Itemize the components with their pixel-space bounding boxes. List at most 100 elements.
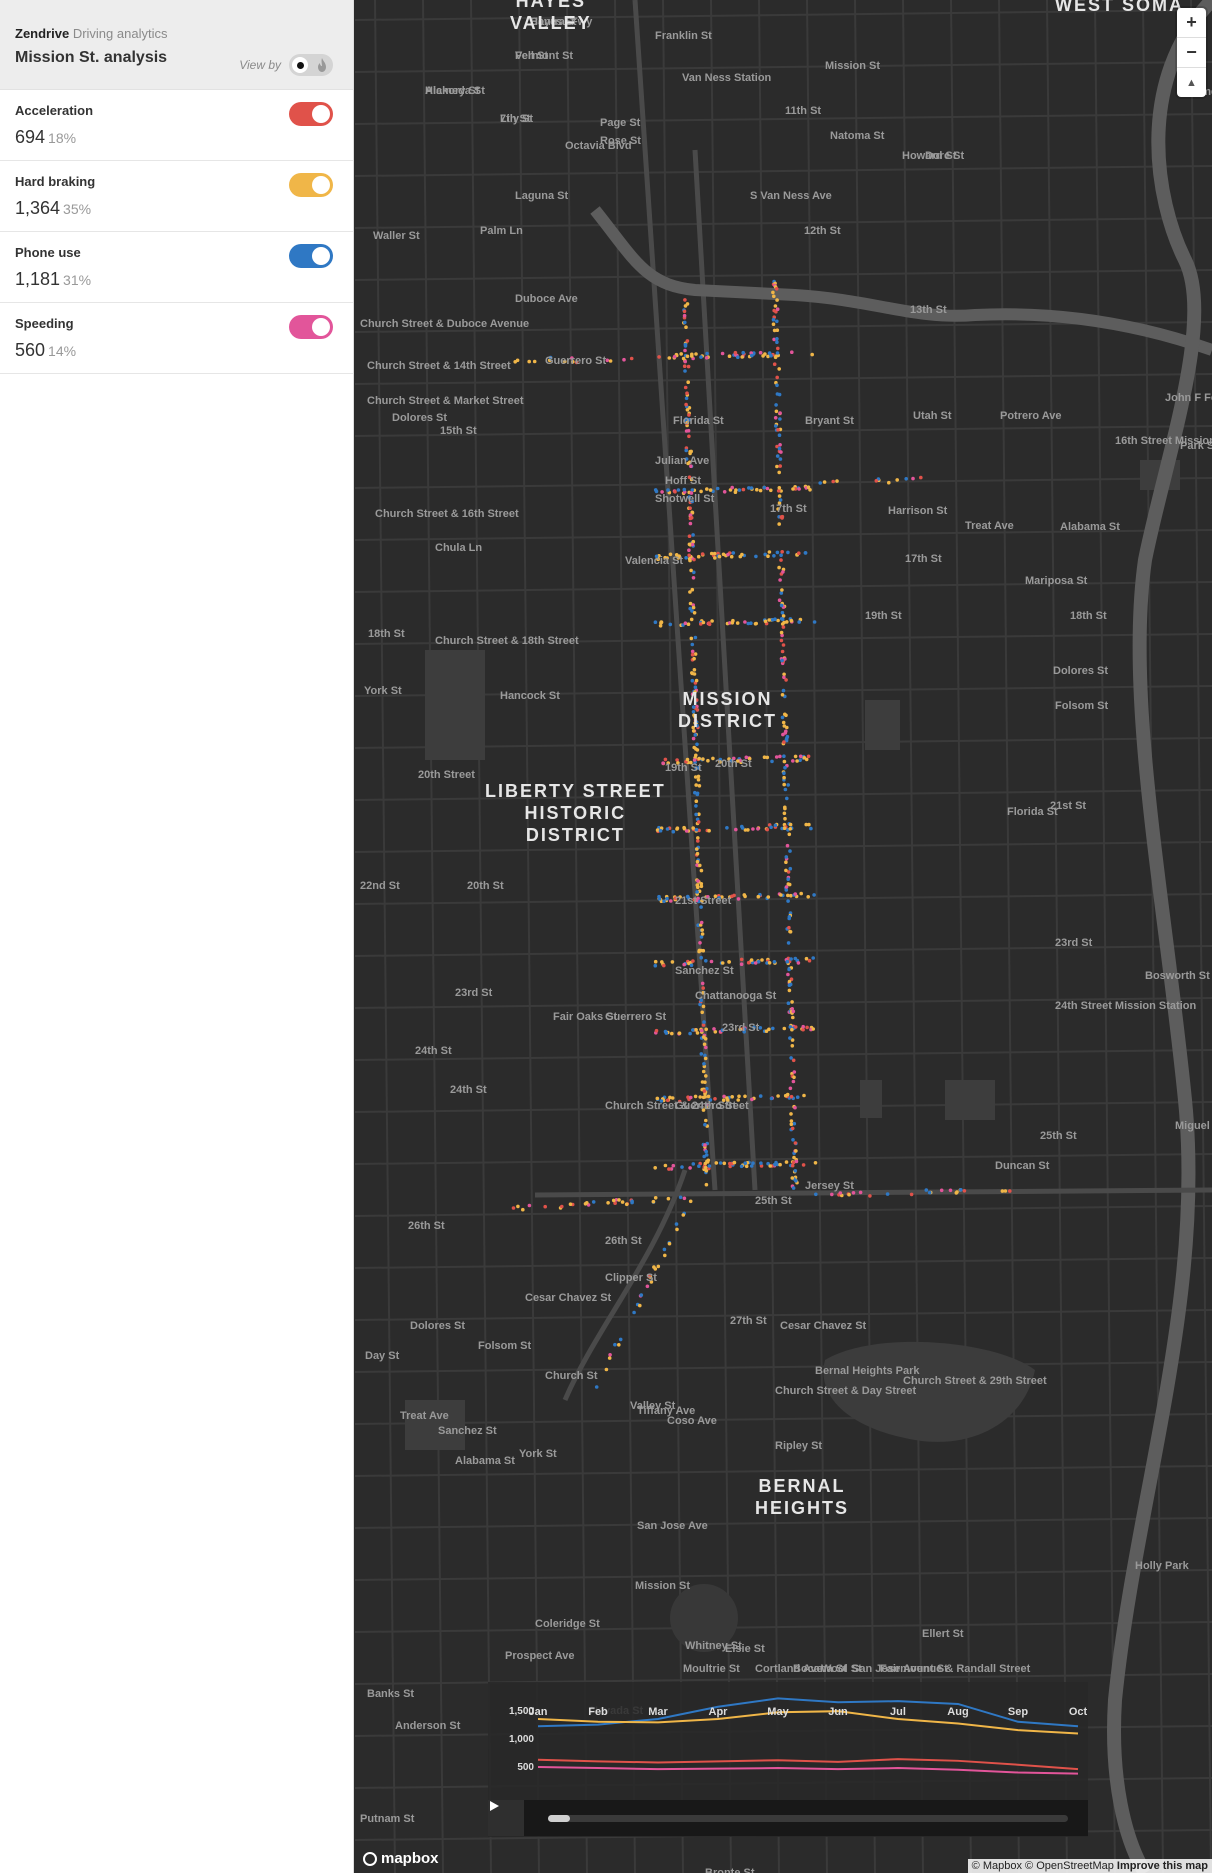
incident-dot [804, 822, 808, 827]
incident-dot [670, 960, 675, 964]
metric-values: 1,181 31% [15, 269, 338, 290]
incident-dot [790, 1176, 795, 1180]
incident-dot [797, 620, 801, 624]
metric-percent: 35% [63, 201, 92, 217]
incident-dot [776, 428, 780, 432]
metric-toggle[interactable] [289, 244, 333, 268]
map-street-label: Church Street & 29th Street [903, 1375, 1047, 1387]
improve-map-link[interactable]: Improve this map [1117, 1860, 1208, 1872]
park-area [945, 1080, 995, 1120]
map-street-label: Harrison St [888, 505, 948, 517]
map-street-label: Utah St [913, 410, 952, 422]
incident-dot [696, 777, 701, 782]
incident-dot [722, 490, 727, 494]
incident-dot [782, 1026, 787, 1031]
incident-dot [700, 981, 705, 986]
incident-dot [694, 804, 698, 808]
incident-dot [784, 885, 789, 889]
metric-row-phone-use: Phone use 1,181 31% [0, 232, 353, 303]
incident-dot [778, 578, 782, 582]
incident-dot [698, 1002, 702, 1007]
map-street-label: 13th St [910, 304, 947, 316]
map-zoom-controls: + − ▲ [1177, 8, 1206, 97]
incident-dot [776, 618, 780, 623]
incident-dot [700, 932, 705, 936]
incident-dot [784, 1160, 789, 1164]
incident-dot [656, 1264, 661, 1269]
map-street-label: 25th St [1040, 1130, 1077, 1142]
compass-button[interactable]: ▲ [1177, 68, 1206, 97]
map-street-label: York St [364, 685, 402, 697]
map-street-label: Fairmount St [880, 1663, 948, 1675]
timeline-slider-fill [548, 1815, 570, 1822]
map-street-label: Octavia Blvd [565, 140, 632, 152]
incident-dot [701, 620, 706, 625]
map-street-label: 23rd St [1055, 937, 1093, 949]
metric-toggle[interactable] [289, 315, 333, 339]
incident-dot [787, 832, 792, 837]
incident-dot [772, 362, 777, 367]
x-tick-label: Oct [1068, 1706, 1088, 1718]
incident-dot [663, 757, 668, 762]
incident-dot [786, 972, 790, 977]
x-tick-label: Sep [1007, 1706, 1029, 1718]
incident-dot [659, 620, 664, 625]
mapbox-attribution-link[interactable]: © Mapbox [972, 1860, 1022, 1872]
incident-dot [788, 1086, 793, 1091]
incident-dot [793, 1025, 798, 1029]
incident-dot [736, 897, 741, 901]
map-district-label: LIBERTY STREET HISTORIC DISTRICT [485, 781, 666, 845]
incident-dot [791, 487, 795, 491]
mapbox-logo[interactable]: mapbox [363, 1850, 439, 1867]
incident-dot [868, 1194, 872, 1198]
incident-dot [759, 1161, 763, 1165]
incident-dot [682, 313, 687, 318]
incident-dot [653, 1267, 658, 1271]
map-view[interactable]: Hayes St Fell St Hickory St Lily St Page St R… [355, 0, 1212, 1873]
incident-dot [695, 748, 700, 752]
map-district-label: MISSION DISTRICT [678, 689, 777, 731]
incident-dot [653, 620, 658, 624]
map-street-label: Prospect Ave [505, 1650, 575, 1662]
incident-dot [787, 916, 791, 921]
incident-dot [802, 1093, 806, 1098]
play-icon [490, 1801, 499, 1811]
osm-attribution-link[interactable]: © OpenStreetMap [1025, 1860, 1114, 1872]
view-by-toggle[interactable] [289, 54, 333, 76]
incident-dot [777, 446, 782, 451]
incident-dot [703, 1095, 707, 1099]
timeline-slider[interactable] [548, 1815, 1068, 1822]
incident-dot [731, 618, 735, 623]
incident-dot [681, 356, 686, 361]
street-line [518, 0, 540, 1873]
incident-dot [775, 392, 780, 396]
metric-toggle[interactable] [289, 173, 333, 197]
incident-dot [746, 960, 751, 965]
incident-dot [774, 409, 779, 414]
incident-dot [690, 652, 695, 657]
incident-dot [781, 688, 786, 693]
map-street-label: Church Street & 14th Street [367, 360, 511, 372]
incident-dot [683, 359, 687, 364]
map-street-label: Holly Park [1135, 1560, 1189, 1572]
sidebar: Zendrive Driving analytics Mission St. a… [0, 0, 354, 1873]
incident-dot [814, 1192, 818, 1197]
metric-toggle[interactable] [289, 102, 333, 126]
incident-dot [763, 352, 767, 356]
incident-dot [698, 941, 702, 945]
incident-dot [688, 1031, 692, 1036]
map-street-label: San Jose Ave [637, 1520, 708, 1532]
street-line [998, 0, 1020, 1873]
map-street-label: 7th St [500, 113, 531, 125]
incident-dot [740, 355, 744, 359]
map-street-label: Palm Ln [480, 225, 523, 237]
incident-dot [765, 827, 769, 832]
incident-dot [521, 1207, 525, 1212]
street-line [470, 0, 492, 1873]
zoom-out-button[interactable]: − [1177, 38, 1206, 68]
incident-dot [746, 621, 751, 626]
incident-dot [777, 598, 782, 602]
zoom-in-button[interactable]: + [1177, 8, 1206, 38]
incident-dot [696, 820, 701, 824]
play-button[interactable] [488, 1800, 524, 1836]
